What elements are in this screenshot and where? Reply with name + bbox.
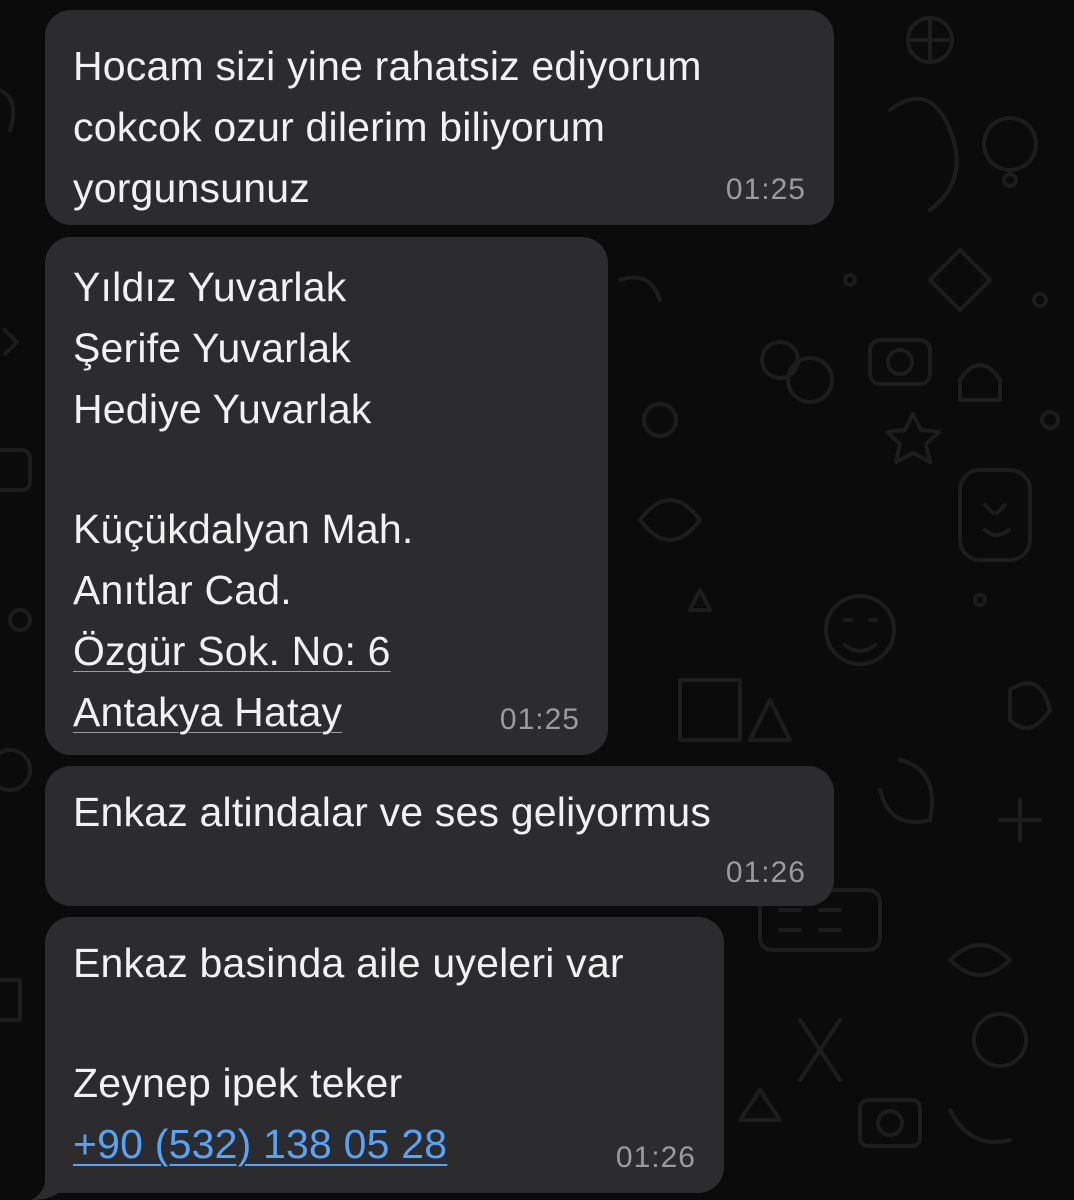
address-link[interactable]: Özgür Sok. No: 6	[73, 628, 391, 674]
message-timestamp: 01:26	[725, 856, 806, 889]
message-line: Hediye Yuvarlak	[73, 386, 372, 432]
message-bubble[interactable]: Enkaz basinda aile uyeleri var Zeynep ip…	[45, 917, 724, 1193]
message-line: yorgunsunuz	[73, 165, 310, 211]
message-line: Enkaz altindalar ve ses geliyormus	[73, 789, 712, 835]
message-timestamp: 01:25	[499, 703, 580, 736]
message-line: Şerife Yuvarlak	[73, 325, 352, 371]
chat-thread: Hocam sizi yine rahatsiz ediyorum cokcok…	[0, 0, 1074, 1200]
message-text: Enkaz altindalar ve ses geliyormus	[73, 782, 711, 843]
message-line: cokcok ozur dilerim biliyorum	[73, 104, 606, 150]
message-timestamp: 01:26	[615, 1141, 696, 1174]
message-line: Anıtlar Cad.	[73, 567, 292, 613]
message-line: Küçükdalyan Mah.	[73, 506, 414, 552]
message-timestamp: 01:25	[725, 173, 806, 206]
message-line: Zeynep ipek teker	[73, 1060, 403, 1106]
message-text: Enkaz basinda aile uyeleri var Zeynep ip…	[73, 933, 624, 1175]
message-line: Enkaz basinda aile uyeleri var	[73, 940, 624, 986]
message-line: Yıldız Yuvarlak	[73, 264, 347, 310]
phone-number-link[interactable]: +90 (532) 138 05 28	[73, 1121, 447, 1167]
message-line: Hocam sizi yine rahatsiz ediyorum	[73, 43, 702, 89]
address-link[interactable]: Antakya Hatay	[73, 689, 342, 735]
message-bubble[interactable]: Enkaz altindalar ve ses geliyormus 01:26	[45, 766, 834, 906]
message-bubble[interactable]: Hocam sizi yine rahatsiz ediyorum cokcok…	[45, 10, 834, 225]
message-text: Hocam sizi yine rahatsiz ediyorum cokcok…	[73, 36, 702, 219]
message-bubble[interactable]: Yıldız Yuvarlak Şerife Yuvarlak Hediye Y…	[45, 237, 608, 755]
message-text: Yıldız Yuvarlak Şerife Yuvarlak Hediye Y…	[73, 257, 414, 743]
